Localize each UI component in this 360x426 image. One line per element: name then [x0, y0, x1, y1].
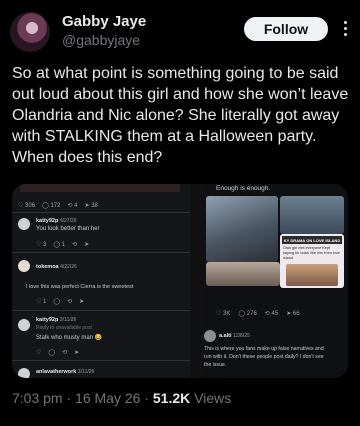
overlay-panel: KY DRAMA ON LOVE ISLAND Olan girl met ev…: [280, 234, 344, 288]
divider: [12, 360, 190, 361]
reply-avatar: [18, 319, 30, 331]
stat-shares: 66: [292, 311, 300, 317]
reply-stats: ♡ 1 ◯ ⟲ ➤: [36, 299, 85, 305]
top-stats: ♡ 306 ◯ 172 ⟲ 4 ➤ 38: [18, 202, 98, 209]
separator: ·: [144, 390, 149, 406]
left-screenshot: ♡ 306 ◯ 172 ⟲ 4 ➤ 38 katty92p 4/27/26 Yo…: [12, 184, 190, 378]
views-label: Views: [194, 390, 232, 406]
handle[interactable]: @gabbyjaye: [62, 32, 140, 48]
reply-username: tokemoa: [36, 264, 59, 270]
reply-stats: ♡ 3 ◯ 1 ⟲ ➤: [36, 242, 90, 248]
reply-text-line: the issue.: [204, 362, 227, 368]
right-stats: ♡ 3K ◯ 276 ⟲ 45 ➤ 66: [216, 311, 300, 317]
avatar[interactable]: [10, 12, 50, 52]
stat: 3: [43, 242, 47, 248]
reply-count: ♡ 306: [18, 203, 36, 209]
tweet-media[interactable]: ♡ 306 ◯ 172 ⟲ 4 ➤ 38 katty92p 4/27/26 Yo…: [12, 184, 348, 378]
separator: ·: [66, 390, 72, 406]
reply-text: I love this was perfect Cierra is the sw…: [26, 284, 134, 290]
reply-avatar: [18, 260, 30, 272]
reply-date: 3/11/26: [59, 317, 77, 323]
tweet-time[interactable]: 7:03 pm: [12, 390, 63, 406]
reply-date: 12/8/25: [233, 333, 250, 339]
tweet-date[interactable]: 16 May 26: [75, 390, 140, 406]
reply-date: 3/11/26: [77, 369, 95, 375]
stat-likes: 3K: [223, 311, 231, 317]
display-name[interactable]: Gabby Jaye: [62, 13, 146, 30]
stat: 1: [43, 299, 47, 305]
reply-avatar: [204, 330, 216, 342]
tweet-footer: 7:03 pm · 16 May 26 · 51.2K Views: [12, 390, 231, 406]
reply-username: anlavatherwork: [36, 369, 77, 375]
caption-top: Enough is enough.: [216, 185, 271, 192]
photo-3: [206, 262, 280, 286]
tweet-text: So at what point is something going to b…: [12, 65, 349, 166]
reply-user: tokemoa 4/22/26: [36, 264, 77, 270]
reply-avatar: [18, 218, 30, 230]
comment-count: ◯ 172: [42, 203, 61, 209]
reply-user: katty92p 3/11/26: [36, 317, 76, 323]
reply-stats: ♡ ◯ ⟲ ➤: [36, 350, 80, 356]
stat-comments: 276: [246, 311, 257, 317]
share-count: ➤ 38: [84, 203, 98, 209]
photo-2: [280, 196, 344, 234]
reply-text: You look better than her: [36, 226, 100, 232]
more-vertical-icon[interactable]: [336, 16, 354, 40]
views-count: 51.2K: [152, 390, 191, 406]
tweet-header: Gabby Jaye @gabbyjaye Follow: [0, 0, 360, 60]
stat-comments: 172: [50, 203, 61, 209]
stat: 1: [61, 242, 66, 248]
reply-date: 4/27/26: [59, 218, 77, 224]
divider: [12, 252, 190, 253]
stat-shares: 38: [91, 203, 98, 209]
stat-retweets: 45: [271, 311, 279, 317]
reply-username: katty92p: [36, 218, 59, 224]
reply-text-line: run with it. Don't these people post dai…: [204, 354, 324, 360]
reply-user: katty92p 4/27/26: [36, 218, 77, 224]
reply-user: anlavatherwork 3/11/26: [36, 369, 94, 375]
reply-username: a.alti: [219, 333, 232, 339]
reply-username: katty92p: [36, 317, 59, 323]
overlay-text: Olan girl met everyone Kept saying he lo…: [283, 246, 340, 260]
stat-likes: 306: [25, 203, 36, 209]
retweet-count: ⟲ 4: [67, 203, 78, 209]
overlay-title: KY DRAMA ON LOVE ISLAND: [282, 236, 342, 244]
reply-subtext: Reply to unavailable post: [36, 325, 92, 331]
reply-avatar: [18, 368, 30, 378]
divider: [12, 310, 190, 311]
reply-user: a.alti 12/8/25: [219, 333, 250, 339]
reply-text-line: This is where you fans make up false nar…: [204, 346, 324, 352]
reply-text: Stalk who musty man 😂: [36, 335, 103, 341]
right-screenshot: Enough is enough. KY DRAMA ON LOVE ISLAN…: [202, 184, 348, 378]
divider: [12, 212, 190, 213]
overlay-photo: [286, 264, 338, 286]
reply-date: 4/22/26: [60, 264, 77, 270]
photo-1: [206, 196, 278, 262]
stat-retweets: 4: [74, 203, 78, 209]
follow-button[interactable]: Follow: [244, 17, 328, 41]
